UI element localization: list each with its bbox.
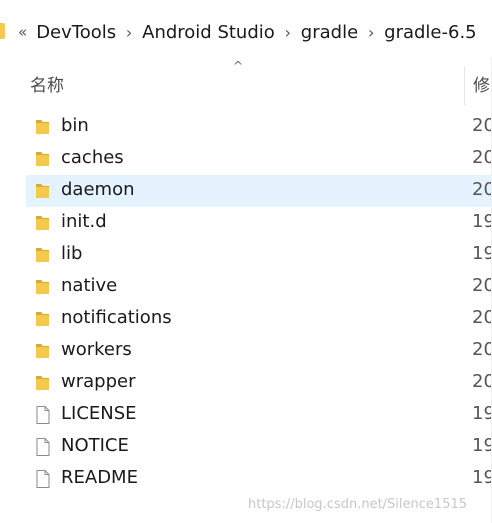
file-date-modified: 20 [472, 371, 492, 392]
folder-icon [33, 117, 53, 137]
file-name: wrapper [61, 371, 136, 392]
chevron-right-icon[interactable]: › [278, 23, 298, 42]
column-header-name[interactable]: 名称 [30, 71, 64, 96]
list-item[interactable]: bin 20 [26, 111, 492, 143]
file-name: LICENSE [61, 403, 137, 424]
column-divider[interactable] [464, 67, 465, 105]
file-date-modified: 19 [472, 211, 492, 232]
file-name: caches [61, 147, 124, 168]
document-icon [33, 437, 53, 457]
breadcrumb-item-gradle[interactable]: gradle [298, 22, 361, 43]
chevron-right-icon[interactable]: › [119, 23, 139, 42]
file-name: init.d [61, 211, 107, 232]
folder-icon [33, 277, 53, 297]
file-name: README [61, 467, 138, 488]
address-bar[interactable]: « DevTools › Android Studio › gradle › g… [0, 0, 492, 58]
breadcrumb-item-gradle-6-5[interactable]: gradle-6.5 [381, 22, 479, 43]
document-icon [33, 405, 53, 425]
list-item[interactable]: wrapper 20 [26, 367, 492, 399]
file-date-modified: 20 [472, 307, 492, 328]
watermark: https://blog.csdn.net/Silence1515 [248, 497, 468, 512]
folder-icon [0, 23, 5, 39]
list-item[interactable]: init.d 19 [26, 207, 492, 239]
file-name: daemon [61, 179, 135, 200]
file-date-modified: 19 [472, 403, 492, 424]
list-item[interactable]: README 19 [26, 463, 492, 495]
file-date-modified: 20 [472, 115, 492, 136]
document-icon [33, 469, 53, 489]
folder-icon [33, 341, 53, 361]
file-date-modified: 20 [472, 275, 492, 296]
sort-ascending-icon: ^ [233, 59, 244, 73]
breadcrumb-item-devtools[interactable]: DevTools [33, 22, 119, 43]
folder-icon [33, 149, 53, 169]
column-header: ^ 名称 修 [0, 57, 492, 107]
file-date-modified: 19 [472, 467, 492, 488]
file-date-modified: 19 [472, 435, 492, 456]
list-item[interactable]: lib 19 [26, 239, 492, 271]
file-name: lib [61, 243, 83, 264]
column-header-date-modified[interactable]: 修 [473, 71, 490, 96]
file-name: notifications [61, 307, 172, 328]
list-item[interactable]: NOTICE 19 [26, 431, 492, 463]
chevron-right-icon[interactable]: › [361, 23, 381, 42]
list-item[interactable]: native 20 [26, 271, 492, 303]
breadcrumb-overflow-button[interactable]: « [18, 23, 33, 41]
file-date-modified: 20 [472, 339, 492, 360]
folder-icon [33, 309, 53, 329]
folder-icon [33, 213, 53, 233]
file-name: native [61, 275, 118, 296]
file-name: workers [61, 339, 132, 360]
list-item[interactable]: daemon 20 [26, 175, 492, 207]
file-date-modified: 20 [472, 147, 492, 168]
folder-icon [33, 181, 53, 201]
list-item[interactable]: notifications 20 [26, 303, 492, 335]
file-name: NOTICE [61, 435, 129, 456]
breadcrumb-item-android-studio[interactable]: Android Studio [139, 22, 278, 43]
list-item[interactable]: LICENSE 19 [26, 399, 492, 431]
list-item[interactable]: workers 20 [26, 335, 492, 367]
file-name: bin [61, 115, 89, 136]
folder-icon [33, 373, 53, 393]
file-date-modified: 19 [472, 243, 492, 264]
file-date-modified: 20 [472, 179, 492, 200]
folder-icon [33, 245, 53, 265]
list-item[interactable]: caches 20 [26, 143, 492, 175]
breadcrumb: « DevTools › Android Studio › gradle › g… [18, 18, 480, 46]
